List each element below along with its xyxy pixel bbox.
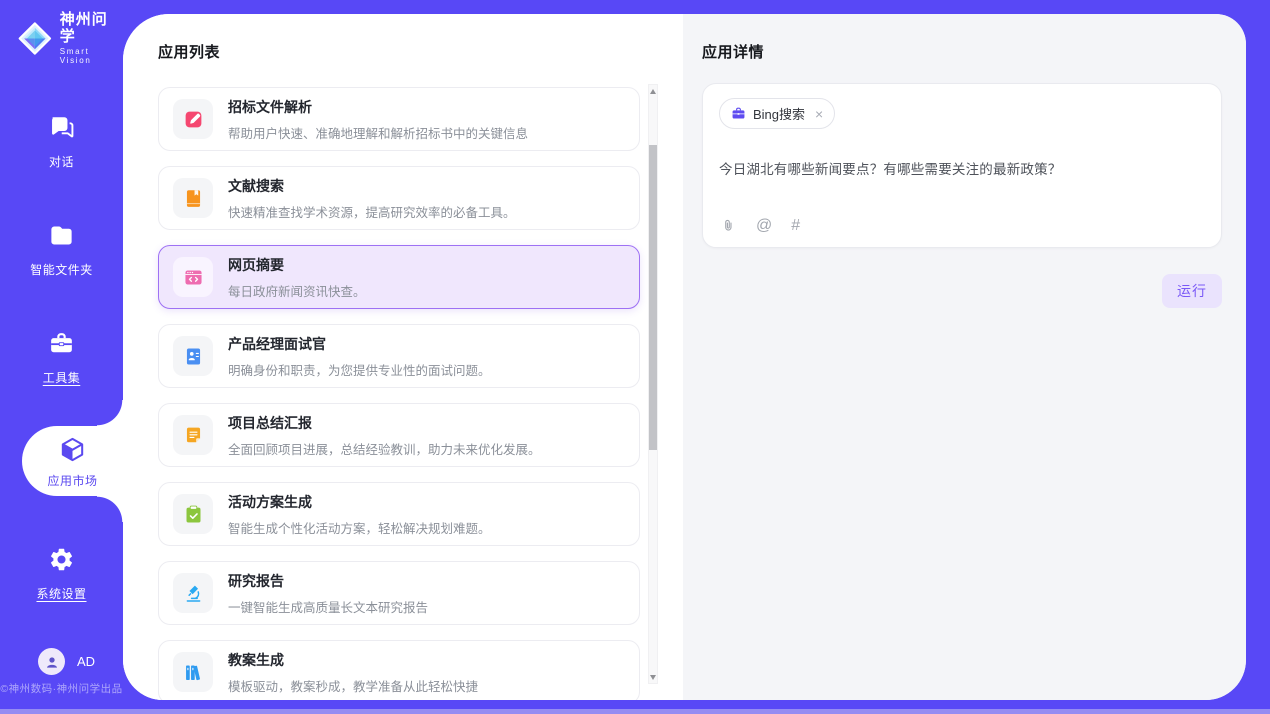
app-name: 项目总结汇报 <box>228 413 541 433</box>
pen-square-icon <box>183 109 204 130</box>
gear-icon <box>48 546 75 573</box>
window-bottom-edge <box>0 709 1270 714</box>
app-detail-panel: 应用详情 Bing搜索 × 今日湖北有哪些新闻要点？有哪些需要关注的最新政策？ … <box>683 14 1246 700</box>
app-name: 教案生成 <box>228 650 478 670</box>
avatar <box>38 648 65 675</box>
hash-icon[interactable]: # <box>791 218 800 234</box>
browser-code-icon <box>183 267 204 288</box>
app-icon-tile <box>173 336 213 376</box>
app-name: 招标文件解析 <box>228 97 528 117</box>
briefcase-icon <box>731 106 746 121</box>
app-name: 研究报告 <box>228 571 428 591</box>
app-card-0[interactable]: 招标文件解析 帮助用户快速、准确地理解和解析招标书中的关键信息 <box>158 87 640 151</box>
sidebar-item-0[interactable]: 对话 <box>0 114 123 170</box>
app-description: 快速精准查找学术资源，提高研究效率的必备工具。 <box>228 202 516 221</box>
app-description: 每日政府新闻资讯快查。 <box>228 281 366 300</box>
scrollbar-thumb[interactable] <box>649 145 657 450</box>
main-content: 应用列表 招标文件解析 帮助用户快速、准确地理解和解析招标书中的关键信息 文献搜… <box>123 14 1246 700</box>
app-description: 一键智能生成高质量长文本研究报告 <box>228 597 428 616</box>
query-input[interactable]: 今日湖北有哪些新闻要点？有哪些需要关注的最新政策？ <box>719 158 1205 178</box>
sticky-note-icon <box>183 425 204 446</box>
resume-person-icon <box>183 346 204 367</box>
toolbox-icon <box>48 330 75 357</box>
scrollbar-up-arrow[interactable] <box>649 85 657 97</box>
app-card-7[interactable]: 教案生成 模板驱动，教案秒成，教学准备从此轻松快捷 <box>158 640 640 700</box>
microscope-icon <box>183 583 204 604</box>
chat-icon <box>48 114 75 141</box>
app-description: 智能生成个性化活动方案，轻松解决规划难题。 <box>228 518 491 537</box>
app-name: 网页摘要 <box>228 255 366 275</box>
app-icon-tile <box>173 494 213 534</box>
app-card-4[interactable]: 项目总结汇报 全面回顾项目进展，总结经验教训，助力未来优化发展。 <box>158 403 640 467</box>
app-icon-tile <box>173 652 213 692</box>
app-card-3[interactable]: 产品经理面试官 明确身份和职责，为您提供专业性的面试问题。 <box>158 324 640 388</box>
sidebar-item-1[interactable]: 智能文件夹 <box>0 222 123 278</box>
sidebar-item-2[interactable]: 工具集 <box>0 330 123 386</box>
sidebar-item-3[interactable]: 应用市场 <box>22 426 123 496</box>
run-row: 运行 <box>702 274 1222 308</box>
run-button[interactable]: 运行 <box>1162 274 1222 308</box>
app-icon-tile <box>173 178 213 218</box>
books-icon <box>183 662 204 683</box>
app-icon-tile <box>173 257 213 297</box>
tool-tag-label: Bing搜索 <box>753 104 805 123</box>
smart-folder-icon <box>48 222 75 249</box>
user-account[interactable]: AD <box>38 648 95 675</box>
app-icon-tile <box>173 415 213 455</box>
app-card-6[interactable]: 研究报告 一键智能生成高质量长文本研究报告 <box>158 561 640 625</box>
app-market-cube-icon <box>59 436 86 463</box>
app-name: 活动方案生成 <box>228 492 491 512</box>
sidebar: 神州问学 Smart Vision 对话 智能文件夹 工具集 应用市场 系统设置… <box>0 0 123 714</box>
app-icon-tile <box>173 99 213 139</box>
book-icon <box>183 188 204 209</box>
composer-card: Bing搜索 × 今日湖北有哪些新闻要点？有哪些需要关注的最新政策？ @ # <box>702 83 1222 248</box>
app-name: 产品经理面试官 <box>228 334 491 354</box>
scrollbar-down-arrow[interactable] <box>649 671 657 683</box>
sidebar-item-4[interactable]: 系统设置 <box>0 546 123 602</box>
at-icon[interactable]: @ <box>756 218 772 234</box>
app-icon-tile <box>173 573 213 613</box>
user-icon <box>44 654 60 670</box>
app-card-5[interactable]: 活动方案生成 智能生成个性化活动方案，轻松解决规划难题。 <box>158 482 640 546</box>
tool-tag-bing-search[interactable]: Bing搜索 × <box>719 98 835 129</box>
paperclip-icon[interactable] <box>720 217 737 234</box>
app-description: 全面回顾项目进展，总结经验教训，助力未来优化发展。 <box>228 439 541 458</box>
app-list-title: 应用列表 <box>158 41 683 62</box>
app-detail-title: 应用详情 <box>702 41 1222 62</box>
app-card-2[interactable]: 网页摘要 每日政府新闻资讯快查。 <box>158 245 640 309</box>
app-description: 明确身份和职责，为您提供专业性的面试问题。 <box>228 360 491 379</box>
sidebar-nav: 对话 智能文件夹 工具集 应用市场 系统设置 <box>0 0 123 714</box>
app-list-panel: 应用列表 招标文件解析 帮助用户快速、准确地理解和解析招标书中的关键信息 文献搜… <box>123 14 683 700</box>
app-description: 模板驱动，教案秒成，教学准备从此轻松快捷 <box>228 676 478 695</box>
app-card-1[interactable]: 文献搜索 快速精准查找学术资源，提高研究效率的必备工具。 <box>158 166 640 230</box>
user-name: AD <box>77 654 95 669</box>
close-icon[interactable]: × <box>815 107 823 121</box>
composer-toolbar: @ # <box>720 217 800 234</box>
app-name: 文献搜索 <box>228 176 516 196</box>
copyright-text: ©神州数码·神州问学出品 <box>0 681 123 696</box>
app-description: 帮助用户快速、准确地理解和解析招标书中的关键信息 <box>228 123 528 142</box>
app-list-scrollbar[interactable] <box>648 84 658 684</box>
app-rows: 招标文件解析 帮助用户快速、准确地理解和解析招标书中的关键信息 文献搜索 快速精… <box>158 87 640 700</box>
clipboard-check-icon <box>183 504 204 525</box>
